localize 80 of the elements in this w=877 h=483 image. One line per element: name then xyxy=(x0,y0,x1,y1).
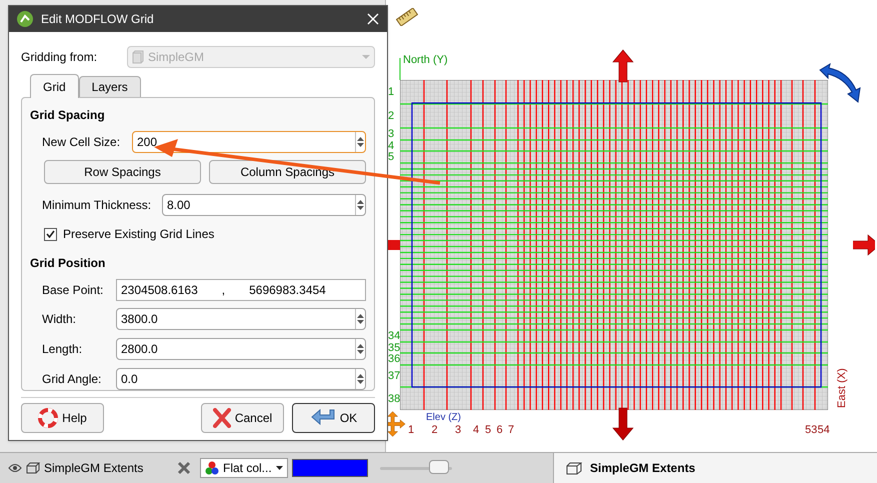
east-axis-label: East (X) xyxy=(835,368,849,408)
column-number: 53 xyxy=(805,424,818,436)
spin-up-icon[interactable] xyxy=(357,137,364,141)
spacing-button[interactable]: Row Spacings xyxy=(44,160,201,184)
move-handle-icon[interactable] xyxy=(386,410,406,438)
field-label: Base Point: xyxy=(42,282,104,299)
column-number: 2 xyxy=(432,424,438,436)
ok-button[interactable]: OK xyxy=(292,403,375,433)
check-icon xyxy=(46,230,55,238)
box-icon xyxy=(26,462,40,474)
row-number: 36 xyxy=(388,353,400,365)
spin-down-icon[interactable] xyxy=(357,350,364,354)
column-number: 5 xyxy=(485,424,492,436)
north-axis-line xyxy=(399,58,401,80)
spin-down-icon[interactable] xyxy=(357,320,364,324)
window-title: Edit MODFLOW Grid xyxy=(41,11,155,28)
row-number: 37 xyxy=(388,370,400,382)
cell-size-field[interactable]: 200 xyxy=(132,131,366,153)
spin-up-icon[interactable] xyxy=(357,314,364,318)
checkbox[interactable] xyxy=(44,228,57,240)
number-field[interactable]: 2800.0 xyxy=(116,338,366,360)
row-number: 4 xyxy=(388,140,394,152)
checkbox-label: Preserve Existing Grid Lines xyxy=(63,226,214,243)
row-number: 2 xyxy=(388,110,394,122)
spin-up-icon[interactable] xyxy=(357,200,364,204)
section-heading: Grid Position xyxy=(30,255,106,272)
field-label: Grid Angle: xyxy=(42,370,102,388)
row-number: 38 xyxy=(388,392,400,404)
section-heading: Grid Spacing xyxy=(30,107,106,124)
field-label: Length: xyxy=(42,341,84,358)
spin-down-icon[interactable] xyxy=(357,380,364,384)
number-field[interactable]: 3800.0 xyxy=(116,308,366,330)
field-label: Width: xyxy=(42,311,78,328)
caret-icon xyxy=(276,466,283,470)
column-number: 54 xyxy=(818,424,830,436)
base-point-field[interactable]: 2304508.6163 , 5696983.3454 xyxy=(116,279,366,301)
slider-thumb[interactable] xyxy=(428,460,449,474)
enter-arrow-icon xyxy=(310,409,336,427)
column-number: 7 xyxy=(508,424,514,436)
arrow-handle-icon[interactable] xyxy=(612,48,634,84)
row-number: 1 xyxy=(388,86,394,98)
number-field[interactable]: 0.0 xyxy=(116,368,366,390)
arrow-handle-icon[interactable] xyxy=(612,406,634,442)
thickness-field[interactable]: 8.00 xyxy=(162,194,366,216)
column-number: 6 xyxy=(496,424,503,436)
spin-down-icon[interactable] xyxy=(357,206,364,210)
column-number: 4 xyxy=(473,424,480,436)
app-logo-icon xyxy=(17,11,33,27)
field-label: New Cell Size: xyxy=(42,134,122,151)
cancel-button[interactable]: Cancel xyxy=(201,403,284,433)
color-balls-icon xyxy=(205,461,219,475)
row-number: 3 xyxy=(388,128,394,140)
caret-icon xyxy=(362,55,370,59)
column-number: 3 xyxy=(455,424,462,436)
spin-up-icon[interactable] xyxy=(357,344,364,348)
3d-view[interactable]: North (Y) East (X) Elev (Z) 1 2 3 4 5 34 35 36 37 38 1 2 3 4 5 6 7 5354 xyxy=(385,0,877,452)
cross-icon xyxy=(212,408,231,428)
spin-up-icon[interactable] xyxy=(357,374,364,378)
color-swatch[interactable] xyxy=(292,459,368,477)
spacing-button[interactable]: Column Spacings xyxy=(209,160,366,184)
eye-icon[interactable] xyxy=(8,463,22,473)
panel-title: SimpleGM Extents xyxy=(590,460,696,477)
box-icon xyxy=(566,462,582,474)
field-label: Minimum Thickness: xyxy=(42,197,152,214)
field-label: Gridding from: xyxy=(21,49,98,66)
opacity-slider[interactable] xyxy=(380,460,452,476)
column-number: 1 xyxy=(408,424,414,436)
color-mode-dropdown[interactable]: Flat col... xyxy=(200,458,288,478)
tab[interactable]: Layers xyxy=(78,76,141,97)
elev-axis-label: Elev (Z) xyxy=(426,412,461,423)
row-number: 35 xyxy=(388,342,400,354)
north-axis-label: North (Y) xyxy=(403,53,448,68)
help-button[interactable]: Help xyxy=(21,403,104,433)
tab[interactable]: Grid xyxy=(30,74,79,98)
box-icon xyxy=(132,50,144,64)
spin-down-icon[interactable] xyxy=(357,143,364,147)
layer-name: SimpleGM Extents xyxy=(44,460,144,477)
lifebuoy-icon xyxy=(38,408,58,428)
row-number: 5 xyxy=(388,151,394,163)
row-number: 34 xyxy=(388,330,400,342)
